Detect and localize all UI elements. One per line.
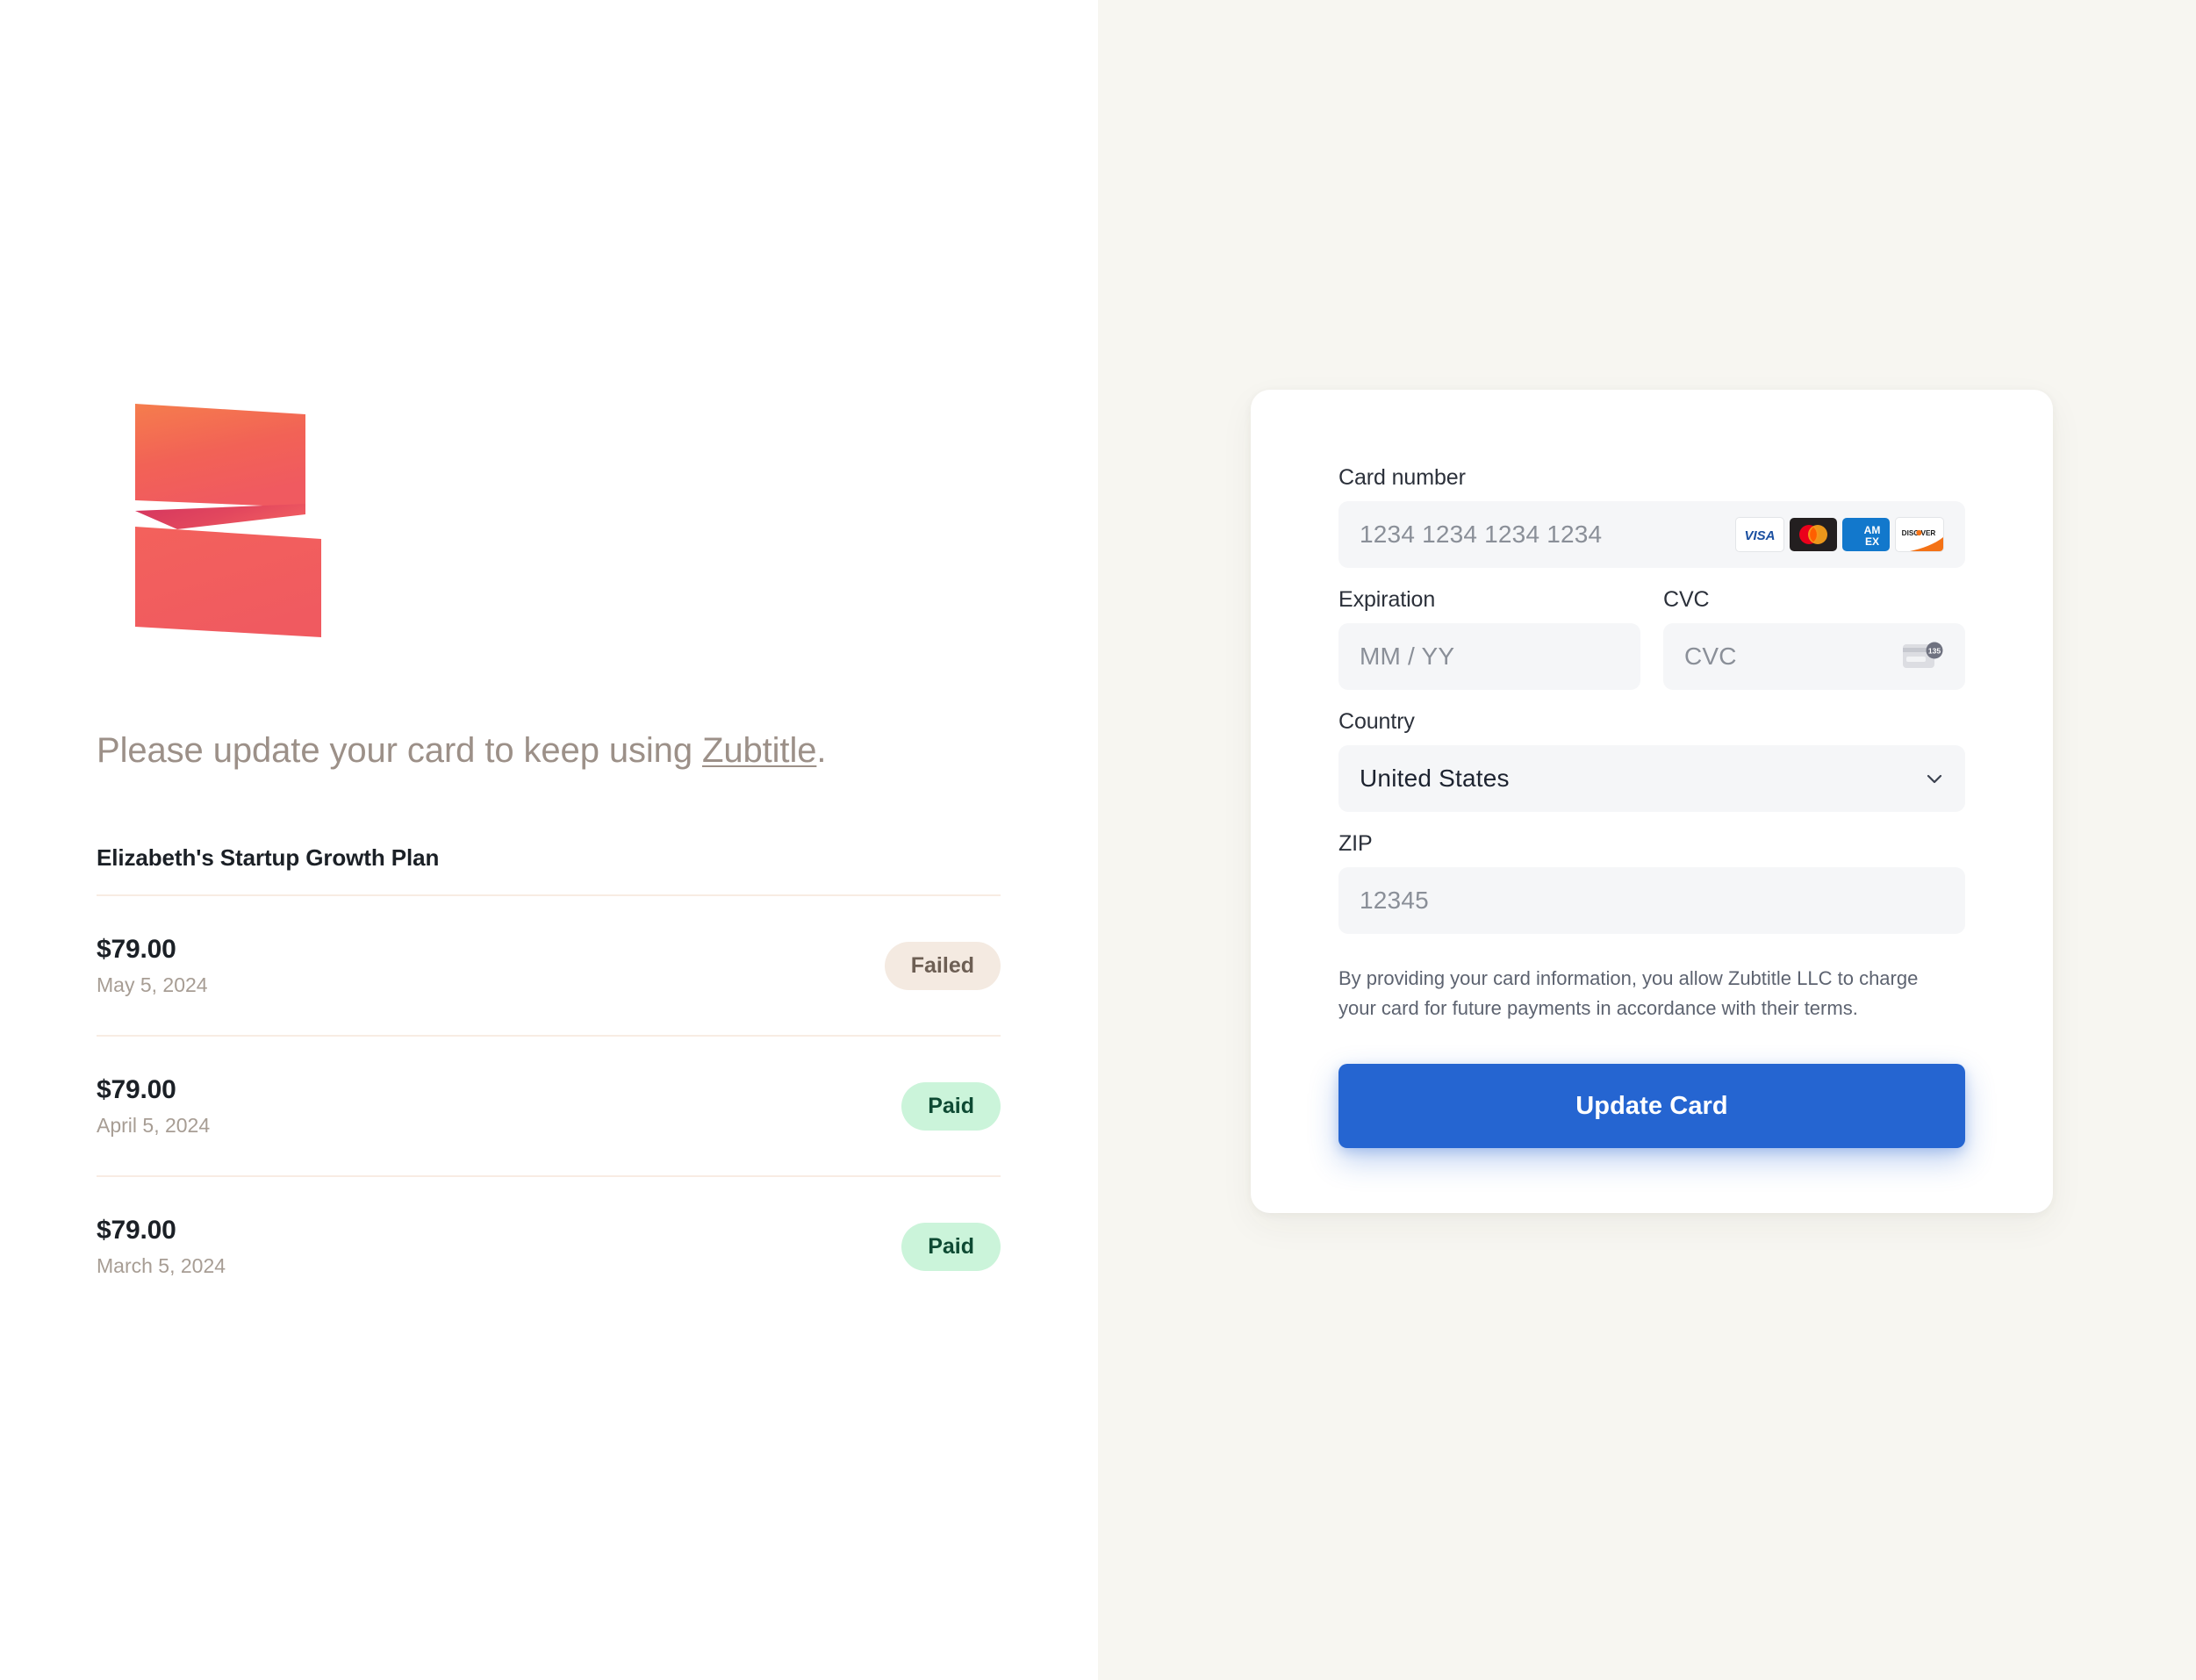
discover-icon: DISC VER: [1895, 517, 1944, 552]
zip-label: ZIP: [1338, 831, 1373, 856]
invoice-meta: $79.00 April 5, 2024: [97, 1075, 210, 1138]
summary-pane: Please update your card to keep using Zu…: [0, 0, 1098, 1680]
svg-text:EX: EX: [1865, 535, 1879, 548]
invoice-amount: $79.00: [97, 1215, 176, 1245]
zubtitle-z-ribbon-logo: [135, 404, 321, 637]
invoice-date: March 5, 2024: [97, 1253, 226, 1277]
status-badge: Failed: [884, 941, 1001, 990]
invoice-meta: $79.00 March 5, 2024: [97, 1216, 226, 1278]
card-number-label: Card number: [1338, 465, 1466, 490]
zip-field: ZIP 12345: [1338, 831, 1965, 934]
payment-pane: Card number 1234 1234 1234 1234 VISA AM …: [1098, 0, 2196, 1680]
card-number-placeholder: 1234 1234 1234 1234: [1360, 521, 1603, 548]
headline-suffix: .: [816, 731, 827, 770]
invoice-meta: $79.00 May 5, 2024: [97, 935, 208, 997]
expiry-cvc-row: Expiration MM / YY CVC CVC 135: [1338, 587, 1965, 690]
invoice-date: May 5, 2024: [97, 973, 208, 996]
update-card-form: Card number 1234 1234 1234 1234 VISA AM …: [1251, 390, 2053, 1214]
headline-prefix: Please update your card to keep using: [97, 731, 702, 770]
plan-title: Elizabeth's Startup Growth Plan: [97, 844, 440, 871]
svg-text:VISA: VISA: [1744, 528, 1775, 543]
amex-icon: AM EX: [1842, 518, 1890, 551]
update-card-button[interactable]: Update Card: [1338, 1064, 1965, 1149]
country-label: Country: [1338, 709, 1415, 734]
invoice-amount: $79.00: [97, 934, 176, 964]
country-select[interactable]: United States: [1338, 745, 1965, 812]
expiration-label: Expiration: [1338, 587, 1436, 612]
card-number-input[interactable]: 1234 1234 1234 1234 VISA AM EX DISC VER: [1338, 501, 1965, 568]
visa-icon: VISA: [1735, 517, 1784, 552]
billing-update-card-page: Please update your card to keep using Zu…: [0, 0, 2196, 1680]
cvc-label: CVC: [1663, 587, 1710, 612]
zip-placeholder: 12345: [1360, 887, 1429, 914]
invoice-history-list: $79.00 May 5, 2024 Failed $79.00 April 5…: [97, 894, 1001, 1316]
cvc-placeholder: CVC: [1684, 643, 1737, 670]
country-selected-value: United States: [1360, 765, 1510, 792]
zubtitle-link[interactable]: Zubtitle: [702, 731, 816, 770]
page-headline: Please update your card to keep using Zu…: [97, 729, 1001, 772]
credit-card-cvc-icon: 135: [1902, 642, 1944, 671]
mastercard-icon: [1790, 518, 1837, 551]
cvc-hint-digits: 135: [1928, 647, 1941, 656]
svg-text:AM: AM: [1864, 524, 1881, 536]
summary-content: Please update your card to keep using Zu…: [97, 393, 1001, 1316]
accepted-card-brands: VISA AM EX DISC VER: [1735, 517, 1944, 552]
invoice-date: April 5, 2024: [97, 1113, 211, 1137]
payment-disclaimer: By providing your card information, you …: [1338, 967, 1919, 1020]
invoice-amount: $79.00: [97, 1074, 176, 1104]
cvc-field: CVC CVC 135: [1663, 587, 1965, 690]
chevron-down-icon: [1925, 769, 1944, 788]
status-badge: Paid: [901, 1222, 1001, 1271]
invoice-row: $79.00 March 5, 2024 Paid: [97, 1175, 1001, 1316]
card-number-field: Card number 1234 1234 1234 1234 VISA AM …: [1338, 465, 1965, 568]
invoice-row: $79.00 April 5, 2024 Paid: [97, 1035, 1001, 1175]
zip-input[interactable]: 12345: [1338, 867, 1965, 934]
expiration-placeholder: MM / YY: [1360, 643, 1455, 670]
invoice-row: $79.00 May 5, 2024 Failed: [97, 894, 1001, 1035]
expiration-field: Expiration MM / YY: [1338, 587, 1640, 690]
status-badge: Paid: [901, 1081, 1001, 1131]
cvc-input[interactable]: CVC 135: [1663, 623, 1965, 690]
country-field: Country United States: [1338, 709, 1965, 812]
expiration-input[interactable]: MM / YY: [1338, 623, 1640, 690]
